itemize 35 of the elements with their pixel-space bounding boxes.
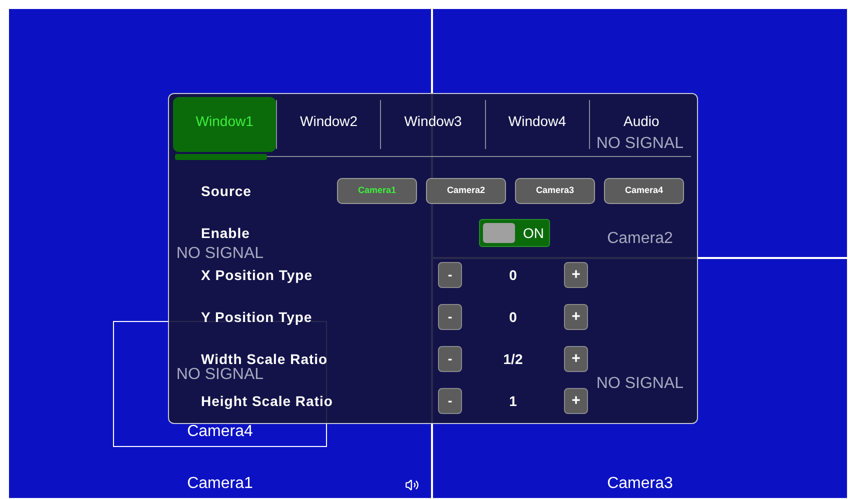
decrease-button[interactable]: - bbox=[438, 262, 462, 288]
window-tab[interactable]: Window1 bbox=[173, 97, 276, 152]
stepper-value: 0 bbox=[508, 308, 518, 326]
stepper-value: 1 bbox=[508, 392, 518, 410]
increase-button[interactable]: + bbox=[564, 388, 588, 414]
camera-button[interactable]: Camera2 bbox=[426, 178, 506, 204]
camera-button[interactable]: Camera1 bbox=[337, 178, 417, 204]
no-signal-text: NO SIGNAL bbox=[176, 366, 264, 384]
setting-label: Source bbox=[201, 182, 252, 200]
stepper-value: 0 bbox=[508, 266, 518, 284]
enable-toggle[interactable]: ON bbox=[479, 219, 550, 247]
setting-label: Enable bbox=[201, 224, 251, 242]
increase-button[interactable]: + bbox=[564, 262, 588, 288]
no-signal-text: NO SIGNAL bbox=[596, 375, 684, 393]
setting-label: Height Scale Ratio bbox=[201, 392, 334, 411]
setting-label: X Position Type bbox=[201, 266, 314, 285]
window-tab[interactable]: Window4 bbox=[486, 100, 589, 149]
increase-button[interactable]: + bbox=[564, 304, 588, 330]
camera-label: Camera2 bbox=[607, 229, 673, 249]
camera-label: Camera4 bbox=[187, 422, 253, 442]
no-signal-text: NO SIGNAL bbox=[176, 245, 264, 263]
camera-label: Camera3 bbox=[607, 474, 673, 494]
decrease-button[interactable]: - bbox=[438, 304, 462, 330]
setting-label: Width Scale Ratio bbox=[201, 350, 329, 368]
increase-button[interactable]: + bbox=[564, 346, 588, 372]
decrease-button[interactable]: - bbox=[438, 346, 462, 372]
camera-button[interactable]: Camera4 bbox=[604, 178, 684, 204]
toggle-knob bbox=[483, 223, 515, 243]
setting-label: Y Position Type bbox=[201, 308, 314, 327]
window-tab[interactable]: Window3 bbox=[381, 100, 485, 149]
camera-label: Camera1 bbox=[187, 474, 253, 494]
decrease-button[interactable]: - bbox=[438, 388, 462, 414]
camera-button[interactable]: Camera3 bbox=[515, 178, 595, 204]
stepper-value: 1/2 bbox=[502, 350, 524, 368]
window-tab[interactable]: Window2 bbox=[277, 100, 380, 149]
